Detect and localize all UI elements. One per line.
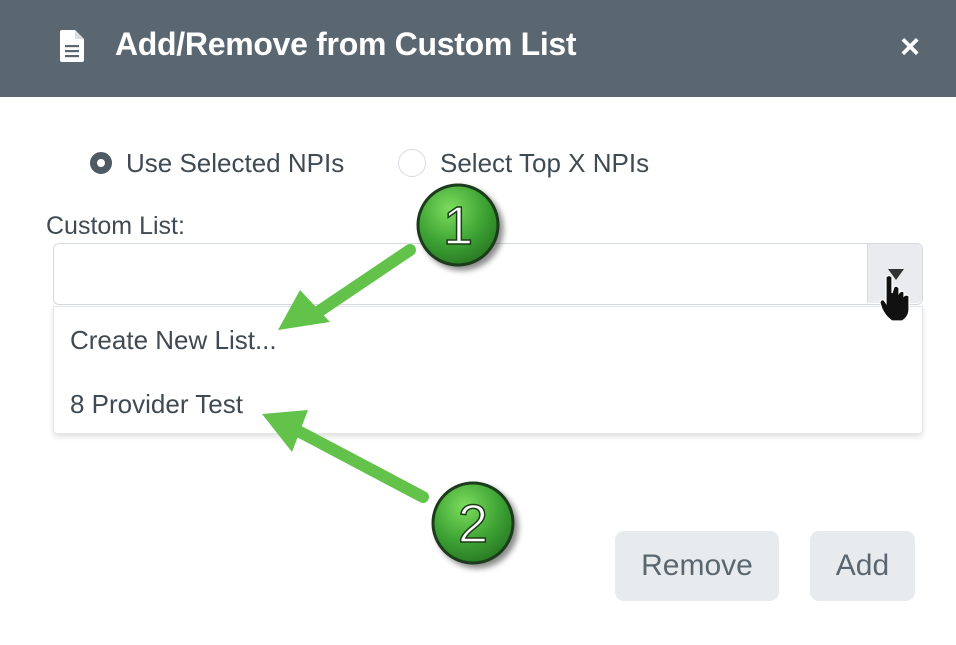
step-1-number: 1 <box>443 196 473 256</box>
arrow-2-icon <box>262 410 429 503</box>
hand-pointer-cursor-icon <box>879 274 910 322</box>
tutorial-annotations: 1 2 <box>262 183 910 565</box>
step-2-callout: 2 <box>431 481 515 565</box>
step-1-callout: 1 <box>416 183 500 267</box>
step-2-number: 2 <box>458 494 488 554</box>
arrow-1-icon <box>278 244 416 330</box>
